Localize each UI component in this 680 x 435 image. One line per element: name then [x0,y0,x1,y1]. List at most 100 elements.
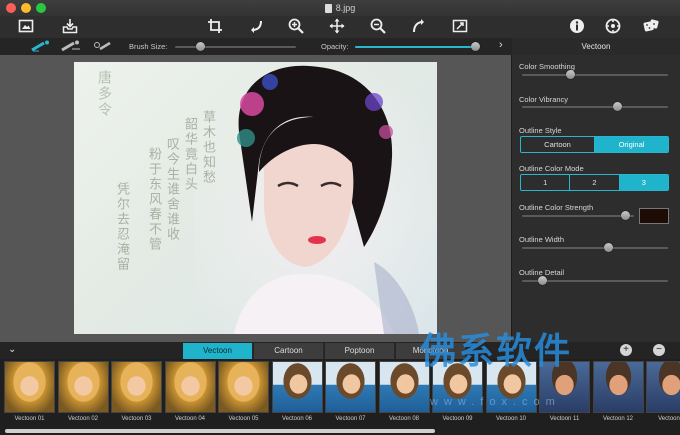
preset-thumbnail-label: Vectoon 08 [388,416,420,422]
preset-thumbnail[interactable]: Vectoon 02 [57,361,109,425]
color-smoothing-knob[interactable] [566,70,576,79]
watermark-url: www.fox.com [430,396,561,408]
calligraphy-col-1: 凭尔去忍淹留 [114,182,129,272]
remove-preset-icon[interactable]: − [653,344,665,356]
outline-color-mode-2[interactable]: 2 [570,175,620,190]
outline-width-slider[interactable] [522,243,668,252]
preset-thumbnail-label: Vectoon 02 [67,416,99,422]
preset-thumbnail[interactable]: Vectoon 03 [111,361,162,425]
outline-detail-slider[interactable] [522,276,668,285]
outline-width-label: Outline Width [519,235,565,244]
brush-size-knob[interactable] [196,42,206,51]
preset-thumbnail-image [218,361,269,413]
chevron-down-icon[interactable]: ⌄ [8,344,16,355]
chevron-right-icon[interactable]: › [499,39,509,53]
outline-color-mode-segmented: 1 2 3 [520,174,669,191]
opacity-fill [355,46,475,48]
preset-thumbnail[interactable]: Vectoon 04 [164,361,216,425]
preset-thumbnail-image [57,361,109,413]
preset-thumbnail[interactable]: Vectoon 1 [646,361,680,425]
preset-thumbnail-image [164,361,216,413]
dice-icon[interactable] [641,17,661,35]
outline-color-strength-slider[interactable] [522,211,634,220]
calligraphy-col-3: 叹今生谁舍谁收 [164,137,179,242]
color-smoothing-slider[interactable] [522,70,668,79]
outline-color-mode-label: Outline Color Mode [519,164,584,173]
move-icon[interactable] [327,17,347,35]
info-icon[interactable] [567,17,587,35]
outline-style-cartoon[interactable]: Cartoon [521,137,595,152]
outline-width-knob[interactable] [604,243,614,252]
rotate-left-icon[interactable] [246,17,266,35]
preset-thumbnail-label: Vectoon 12 [602,416,634,422]
opacity-slider[interactable] [355,42,480,51]
zoom-out-icon[interactable] [368,17,388,35]
outline-color-mode-1[interactable]: 1 [521,175,571,190]
preset-thumbnail-image [592,361,644,413]
zoom-window-button[interactable] [36,3,46,13]
preset-thumbnail-image [4,361,55,413]
preset-thumbnail-label: Vectoon 1 [658,416,680,422]
add-preset-icon[interactable]: + [620,344,632,356]
window-title: 8.jpg [324,3,356,13]
color-vibrancy-slider[interactable] [522,102,668,111]
outline-color-strength-knob[interactable] [621,211,631,220]
brush-tool-2-icon[interactable] [60,40,82,52]
tab-poptoon[interactable]: Poptoon [325,343,395,359]
preset-thumbnail-label: Vectoon 09 [442,416,473,422]
fit-screen-icon[interactable] [450,17,470,35]
outline-style-original[interactable]: Original [595,137,668,152]
outline-style-label: Outline Style [519,126,562,135]
window-controls [6,3,46,13]
preset-thumbnail-image [111,361,162,413]
preset-thumbnail[interactable]: Vectoon 07 [325,361,376,425]
calligraphy-col-2: 粉于东风春不管 [146,147,161,252]
minimize-window-button[interactable] [21,3,31,13]
color-vibrancy-label: Color Vibrancy [519,95,569,104]
save-tray-icon[interactable] [60,17,80,35]
main-toolbar [0,16,680,38]
crop-icon[interactable] [205,17,225,35]
outline-style-segmented: Cartoon Original [520,136,669,153]
opacity-knob[interactable] [470,42,480,51]
outline-color-swatch[interactable] [639,208,669,224]
outline-color-strength-label: Outline Color Strength [519,203,594,212]
preset-thumbnail[interactable]: Vectoon 06 [271,361,323,425]
color-vibrancy-knob[interactable] [612,102,622,111]
eraser-tool-icon[interactable] [93,40,115,52]
settings-panel: Color Smoothing Color Vibrancy Outline S… [511,55,680,342]
preset-thumbnail-label: Vectoon 07 [335,416,366,422]
brush-tool-1-icon[interactable] [30,40,52,52]
preset-thumbnail-label: Vectoon 01 [14,416,45,422]
close-window-button[interactable] [6,3,16,13]
outline-detail-knob[interactable] [538,276,548,285]
opacity-label: Opacity: [321,42,349,51]
preset-thumbnail-label: Vectoon 11 [549,416,580,422]
calligraphy-title: 唐多令 [96,70,112,118]
preset-thumbnail-label: Vectoon 04 [174,416,206,422]
preset-thumbnail-label: Vectoon 06 [281,416,313,422]
tab-vectoon[interactable]: Vectoon [183,343,253,359]
edited-photo[interactable]: 唐多令 凭尔去忍淹留 粉于东风春不管 叹今生谁舍谁收 韶华竟白头 草木也知愁 [74,62,437,334]
document-icon [324,3,332,13]
tab-cartoon[interactable]: Cartoon [254,343,324,359]
zoom-in-icon[interactable] [286,17,306,35]
calligraphy-col-5: 草木也知愁 [200,110,215,185]
presets-scrollbar[interactable] [5,429,435,433]
panel-title: Vectoon [512,38,680,55]
title-bar: 8.jpg [0,0,680,16]
settings-icon[interactable] [603,17,623,35]
preset-thumbnail[interactable]: Vectoon 01 [4,361,55,425]
photo-frame-icon[interactable] [16,17,36,35]
rotate-right-icon[interactable] [409,17,429,35]
window-title-text: 8.jpg [335,3,356,13]
watermark: 佛系软件 [420,331,573,372]
preset-thumbnail-label: Vectoon 10 [495,416,527,422]
outline-color-mode-3[interactable]: 3 [619,175,668,190]
brush-size-slider[interactable] [175,42,296,51]
preset-thumbnail[interactable]: Vectoon 05 [218,361,269,425]
preset-thumbnail[interactable]: Vectoon 12 [592,361,644,425]
preset-thumbnail-image [646,361,680,413]
preset-thumbnail-image [325,361,376,413]
presets-strip: Vectoon 01 Vectoon 02 Vectoon 03 Vectoon 04… [0,359,680,435]
